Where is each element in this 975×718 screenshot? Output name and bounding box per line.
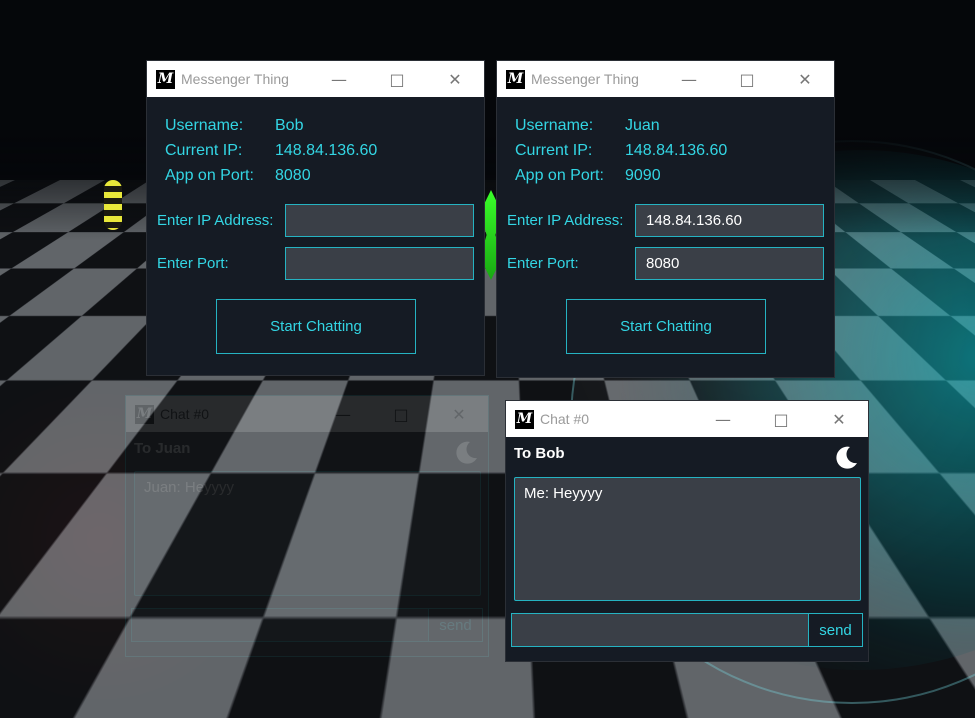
username-value: Bob xyxy=(275,117,304,134)
port-input[interactable] xyxy=(285,247,474,280)
current-ip-value: 148.84.136.60 xyxy=(625,142,728,159)
start-chatting-button[interactable]: Start Chatting xyxy=(566,299,766,354)
username-value: Juan xyxy=(625,117,660,134)
enter-port-label: Enter Port: xyxy=(157,255,229,272)
chat-message: Juan: Heyyyy xyxy=(144,479,235,496)
yellow-object xyxy=(104,180,122,230)
app-logo-icon: M xyxy=(135,404,154,424)
titlebar[interactable]: M Chat #0 — □ ✕ xyxy=(126,396,488,432)
minimize-icon[interactable]: — xyxy=(310,61,368,97)
current-ip-label: Current IP: xyxy=(515,142,593,159)
app-logo-icon: M xyxy=(506,69,525,89)
minimize-icon[interactable]: — xyxy=(694,401,752,437)
current-ip-value: 148.84.136.60 xyxy=(275,142,378,159)
maximize-icon[interactable]: □ xyxy=(718,61,776,97)
ip-address-input[interactable] xyxy=(285,204,474,237)
send-button[interactable]: send xyxy=(808,613,863,647)
ip-address-input[interactable] xyxy=(635,204,824,237)
window-title: Chat #0 xyxy=(160,406,210,422)
username-label: Username: xyxy=(515,117,594,134)
messenger-window-juan: M Messenger Thing — □ ✕ Username: Juan C… xyxy=(496,60,835,378)
maximize-icon[interactable]: □ xyxy=(372,396,430,432)
maximize-icon[interactable]: □ xyxy=(368,61,426,97)
window-title: Messenger Thing xyxy=(181,71,289,87)
chat-recipient: To Juan xyxy=(134,440,191,457)
chat-recipient: To Bob xyxy=(514,445,565,462)
current-ip-label: Current IP: xyxy=(165,142,243,159)
username-label: Username: xyxy=(165,117,244,134)
chat-log: Juan: Heyyyy xyxy=(134,471,481,596)
minimize-icon[interactable]: — xyxy=(314,396,372,432)
titlebar[interactable]: M Messenger Thing — □ ✕ xyxy=(147,61,484,97)
close-icon[interactable]: ✕ xyxy=(810,401,868,437)
minimize-icon[interactable]: — xyxy=(660,61,718,97)
enter-ip-label: Enter IP Address: xyxy=(507,212,624,229)
app-port-label: App on Port: xyxy=(515,167,604,184)
titlebar[interactable]: M Messenger Thing — □ ✕ xyxy=(497,61,834,97)
titlebar[interactable]: M Chat #0 — □ ✕ xyxy=(506,401,868,437)
close-icon[interactable]: ✕ xyxy=(426,61,484,97)
enter-port-label: Enter Port: xyxy=(507,255,579,272)
window-title: Chat #0 xyxy=(540,411,590,427)
messenger-window-bob: M Messenger Thing — □ ✕ Username: Bob Cu… xyxy=(146,60,485,376)
chat-window-to-juan: M Chat #0 — □ ✕ To Juan Juan: Heyyyy sen… xyxy=(125,395,489,657)
window-title: Messenger Thing xyxy=(531,71,639,87)
message-input[interactable] xyxy=(511,613,809,647)
app-port-label: App on Port: xyxy=(165,167,254,184)
moon-icon[interactable] xyxy=(832,444,860,472)
chat-window-to-bob: M Chat #0 — □ ✕ To Bob Me: Heyyyy send xyxy=(505,400,869,662)
enter-ip-label: Enter IP Address: xyxy=(157,212,274,229)
app-logo-icon: M xyxy=(515,409,534,429)
port-input[interactable] xyxy=(635,247,824,280)
start-chatting-button[interactable]: Start Chatting xyxy=(216,299,416,354)
message-input[interactable] xyxy=(131,608,429,642)
app-port-value: 8080 xyxy=(275,167,311,184)
app-port-value: 9090 xyxy=(625,167,661,184)
chat-message: Me: Heyyyy xyxy=(524,485,603,502)
close-icon[interactable]: ✕ xyxy=(430,396,488,432)
app-logo-icon: M xyxy=(156,69,175,89)
close-icon[interactable]: ✕ xyxy=(776,61,834,97)
moon-icon[interactable] xyxy=(452,439,480,467)
send-button[interactable]: send xyxy=(428,608,483,642)
maximize-icon[interactable]: □ xyxy=(752,401,810,437)
chat-log: Me: Heyyyy xyxy=(514,477,861,601)
